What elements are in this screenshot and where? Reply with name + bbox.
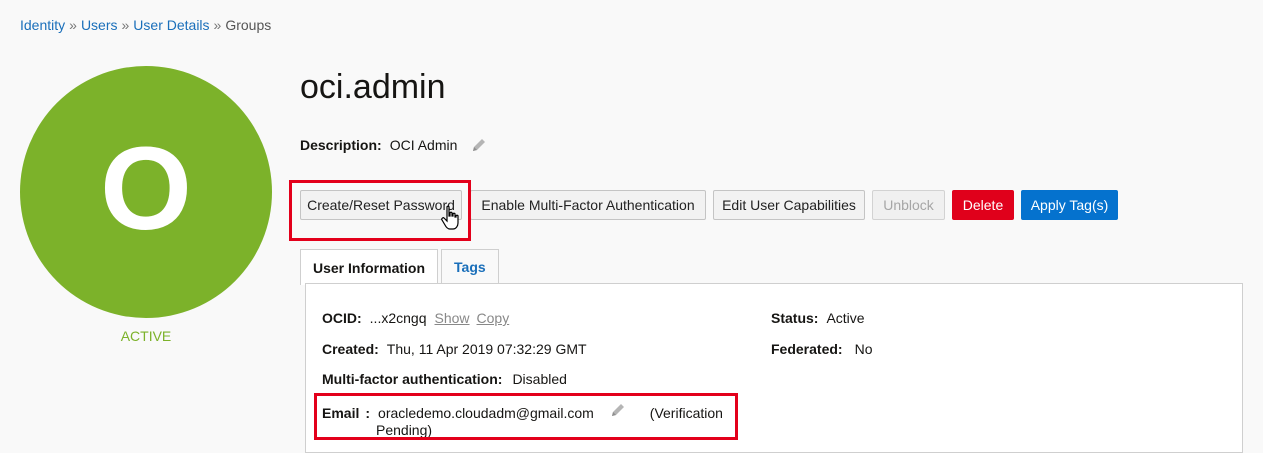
ocid-label: OCID: <box>322 310 362 326</box>
breadcrumb-separator: » <box>69 17 77 33</box>
status-label: Status: <box>771 310 819 326</box>
mfa-row: Multi-factor authentication: Disabled <box>322 371 567 387</box>
breadcrumb-current: Groups <box>225 17 272 33</box>
federated-value: No <box>854 341 873 357</box>
apply-tags-button[interactable]: Apply Tag(s) <box>1021 190 1118 220</box>
tab-user-information[interactable]: User Information <box>300 249 439 285</box>
unblock-button[interactable]: Unblock <box>872 190 945 220</box>
ocid-value: ...x2cngq <box>369 310 427 326</box>
tab-tags[interactable]: Tags <box>441 249 499 284</box>
mfa-label: Multi-factor authentication: <box>322 371 503 387</box>
breadcrumb-user-details[interactable]: User Details <box>133 17 209 33</box>
breadcrumb: Identity» Users» User Details» Groups <box>20 17 271 33</box>
email-highlight-box <box>314 393 738 440</box>
ocid-copy-link[interactable]: Copy <box>477 310 510 326</box>
avatar-letter: O <box>100 123 192 255</box>
mfa-value: Disabled <box>512 371 567 387</box>
enable-mfa-button[interactable]: Enable Multi-Factor Authentication <box>470 190 706 220</box>
status-value: Active <box>826 310 865 326</box>
delete-button[interactable]: Delete <box>952 190 1014 220</box>
ocid-row: OCID: ...x2cngq Show Copy <box>322 310 509 326</box>
federated-row: Federated: No <box>771 341 872 357</box>
created-row: Created: Thu, 11 Apr 2019 07:32:29 GMT <box>322 341 587 357</box>
breadcrumb-identity[interactable]: Identity <box>20 17 65 33</box>
user-status-label: ACTIVE <box>120 328 172 344</box>
description-label: Description: <box>300 137 382 153</box>
created-label: Created: <box>322 341 379 357</box>
detail-tabs: User Information Tags <box>300 249 502 285</box>
edit-description-pencil-icon[interactable] <box>471 137 487 153</box>
page-title: oci.admin <box>300 68 446 106</box>
user-avatar: O <box>20 66 272 318</box>
description-value: OCI Admin <box>389 137 458 153</box>
breadcrumb-separator: » <box>213 17 222 33</box>
status-row: Status: Active <box>771 310 865 326</box>
breadcrumb-separator: » <box>121 17 130 33</box>
breadcrumb-users[interactable]: Users <box>81 17 118 33</box>
description-row: Description: OCI Admin <box>300 137 487 153</box>
hand-pointer-cursor-icon <box>441 205 461 231</box>
created-value: Thu, 11 Apr 2019 07:32:29 GMT <box>386 341 587 357</box>
edit-user-capabilities-button[interactable]: Edit User Capabilities <box>713 190 865 220</box>
federated-label: Federated: <box>771 341 843 357</box>
ocid-show-link[interactable]: Show <box>435 310 470 326</box>
